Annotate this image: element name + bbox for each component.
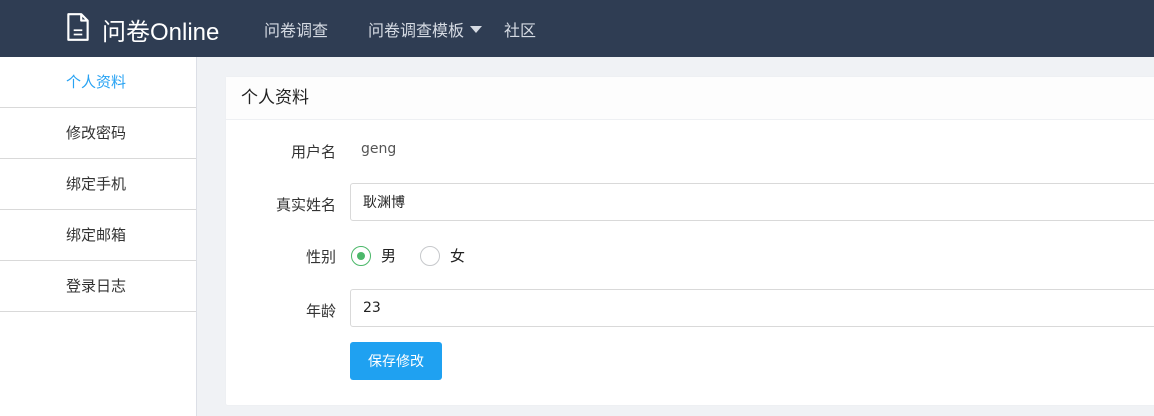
age-input[interactable] — [350, 289, 1154, 327]
brand-name: 问卷Online — [102, 18, 220, 46]
gender-radio-group: 男 女 — [351, 245, 489, 266]
realname-label: 真实姓名 — [275, 196, 336, 214]
realname-input[interactable] — [350, 183, 1154, 221]
top-navbar: 问卷Online 问卷调查 问卷调查模板 社区 — [0, 0, 1154, 57]
profile-card: 个人资料 用户名 geng 真实姓名 性别 男 女 年龄 保存修改 — [225, 76, 1154, 406]
gender-male-radio[interactable]: 男 — [351, 245, 396, 266]
gender-label: 性别 — [305, 248, 336, 266]
username-label: 用户名 — [290, 143, 336, 161]
sidebar-item-bind-phone[interactable]: 绑定手机 — [0, 159, 196, 210]
gender-female-radio[interactable]: 女 — [420, 245, 465, 266]
brand-logo[interactable]: 问卷Online — [64, 12, 219, 46]
gender-female-label: 女 — [450, 247, 466, 265]
caret-down-icon — [470, 25, 483, 33]
radio-unchecked-icon — [420, 245, 441, 266]
settings-sidebar: 个人资料 修改密码 绑定手机 绑定邮箱 登录日志 — [0, 57, 197, 416]
radio-checked-icon — [351, 245, 371, 266]
age-label: 年龄 — [305, 302, 336, 320]
document-icon — [67, 13, 89, 41]
username-value: geng — [361, 141, 397, 157]
nav-survey-templates-label: 问卷调查模板 — [368, 21, 465, 40]
sidebar-item-profile[interactable]: 个人资料 — [0, 57, 196, 108]
nav-survey-templates-dropdown[interactable]: 问卷调查模板 — [368, 17, 483, 41]
card-title: 个人资料 — [226, 77, 1154, 120]
nav-community[interactable]: 社区 — [504, 17, 536, 41]
nav-survey[interactable]: 问卷调查 — [264, 17, 328, 41]
sidebar-item-bind-email[interactable]: 绑定邮箱 — [0, 210, 196, 261]
sidebar-item-change-password[interactable]: 修改密码 — [0, 108, 196, 159]
save-button[interactable]: 保存修改 — [350, 342, 442, 380]
sidebar-item-login-log[interactable]: 登录日志 — [0, 261, 196, 312]
gender-male-label: 男 — [381, 247, 397, 265]
